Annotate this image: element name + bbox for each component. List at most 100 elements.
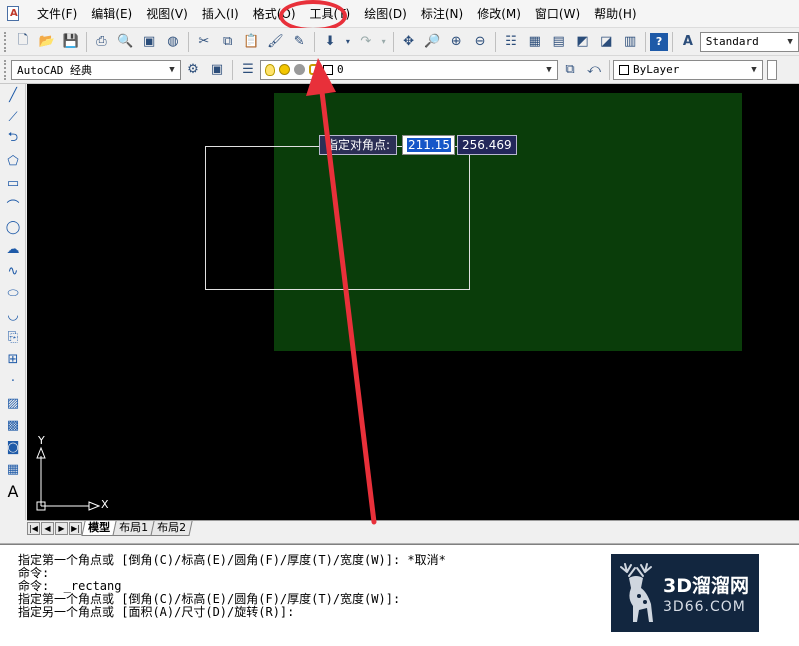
paste-icon[interactable]: 📋 <box>241 31 263 53</box>
workspace-select[interactable]: AutoCAD 经典 ▼ <box>11 59 181 80</box>
menu-file[interactable]: 文件(F) <box>30 3 84 25</box>
make-block-icon[interactable]: ⊞ <box>2 348 24 370</box>
menu-draw[interactable]: 绘图(D) <box>357 3 414 25</box>
line-icon[interactable]: ╱ <box>2 84 24 106</box>
chevron-down-icon: ▼ <box>169 64 175 75</box>
tab-layout1[interactable]: 布局1 <box>112 521 155 536</box>
print-icon[interactable]: ⎙ <box>91 31 113 53</box>
menu-modify[interactable]: 修改(M) <box>470 3 528 25</box>
undo-icon[interactable]: ⬇ <box>319 31 341 53</box>
workspace-settings-icon[interactable]: ⚙ <box>182 59 204 81</box>
construction-line-icon[interactable]: ⟋ <box>2 106 24 128</box>
toolbar-separator <box>671 31 673 52</box>
copy-icon[interactable]: ⧉ <box>217 31 239 53</box>
save-icon[interactable]: 💾 <box>60 31 82 53</box>
dynamic-input-x-field[interactable]: 211.15 <box>402 135 455 155</box>
revision-cloud-icon[interactable]: ☁ <box>2 238 24 260</box>
workspace-layer-toolbar: AutoCAD 经典 ▼ ⚙ ▣ ☰ 0 ▼ ⧉ ⤺ ByLayer ▼ <box>0 56 799 84</box>
first-tab-icon[interactable]: |◀ <box>27 522 40 535</box>
insert-block-icon[interactable]: ⎘ <box>2 326 24 348</box>
open-file-icon[interactable]: 📂 <box>36 31 58 53</box>
bylayer-color-swatch-icon <box>619 64 629 75</box>
help-icon[interactable]: ? <box>650 32 668 51</box>
undo-dropdown-icon[interactable]: ▾ <box>343 31 353 53</box>
table-icon[interactable]: ▦ <box>2 458 24 480</box>
circle-icon[interactable]: ◯ <box>2 216 24 238</box>
next-tab-icon[interactable]: ▶ <box>55 522 68 535</box>
color-value: ByLayer <box>633 63 680 76</box>
hatch-icon[interactable]: ▨ <box>2 392 24 414</box>
text-style-value: Standard <box>705 35 759 48</box>
polyline-icon[interactable]: ⮌ <box>2 128 24 150</box>
match-properties-icon[interactable]: 🖌 <box>264 31 286 53</box>
markup-icon[interactable]: ◪ <box>595 31 617 53</box>
publish-icon[interactable]: ▣ <box>138 31 160 53</box>
tab-layout2[interactable]: 布局2 <box>150 521 193 536</box>
new-file-icon[interactable]: 🗋 <box>12 31 34 53</box>
menu-help[interactable]: 帮助(H) <box>587 3 643 25</box>
layer-manager-icon[interactable]: ☰ <box>237 59 259 81</box>
linetype-select[interactable] <box>767 59 777 80</box>
color-select[interactable]: ByLayer ▼ <box>613 59 763 80</box>
layer-previous-icon[interactable]: ⤺ <box>583 59 605 81</box>
pan-icon[interactable]: ✥ <box>398 31 420 53</box>
menu-dimension[interactable]: 标注(N) <box>414 3 470 25</box>
properties-icon[interactable]: ☷ <box>500 31 522 53</box>
sheet-set-icon[interactable]: ◩ <box>572 31 594 53</box>
toolbar-grip[interactable] <box>4 59 8 80</box>
ucs-x-label: X <box>101 498 109 511</box>
3d66-watermark: 3D溜溜网 3D66.COM <box>611 554 759 632</box>
menu-edit[interactable]: 编辑(E) <box>84 3 139 25</box>
last-tab-icon[interactable]: ▶| <box>69 522 82 535</box>
block-editor-icon[interactable]: ✎ <box>288 31 310 53</box>
menu-format[interactable]: 格式(O) <box>246 3 303 25</box>
ellipse-arc-icon[interactable]: ◡ <box>2 304 24 326</box>
layer-select[interactable]: 0 ▼ <box>260 59 558 80</box>
redo-dropdown-icon[interactable]: ▾ <box>379 31 389 53</box>
region-icon[interactable]: ◙ <box>2 436 24 458</box>
toolbar-separator <box>609 59 610 80</box>
tab-model[interactable]: 模型 <box>81 521 117 536</box>
layer-value: 0 <box>337 63 344 76</box>
calculator-icon[interactable]: ▥ <box>619 31 641 53</box>
point-icon[interactable]: · <box>2 370 24 392</box>
multiline-text-icon[interactable]: A <box>2 480 24 502</box>
menu-insert[interactable]: 插入(I) <box>195 3 246 25</box>
design-center-icon[interactable]: ▦ <box>524 31 546 53</box>
make-layer-current-icon[interactable]: ⧉ <box>559 59 581 81</box>
deer-logo-icon <box>620 563 653 622</box>
ellipse-icon[interactable]: ⬭ <box>2 282 24 304</box>
print-preview-icon[interactable]: 🔍 <box>114 31 136 53</box>
toolbar-grip[interactable] <box>4 31 8 52</box>
rectangle-icon[interactable]: ▭ <box>2 172 24 194</box>
toolbar-separator <box>314 31 316 52</box>
layer-color-swatch-icon <box>323 64 333 75</box>
dynamic-input-y-field[interactable]: 256.469 <box>457 135 517 155</box>
arc-icon[interactable]: ⌒ <box>2 194 24 216</box>
zoom-previous-icon[interactable]: ⊖ <box>469 31 491 53</box>
polygon-icon[interactable]: ⬠ <box>2 150 24 172</box>
splitter-bar[interactable] <box>0 536 799 544</box>
watermark-text: 3D溜溜网 3D66.COM <box>663 571 749 615</box>
zoom-window-icon[interactable]: ⊕ <box>445 31 467 53</box>
menu-window[interactable]: 窗口(W) <box>528 3 587 25</box>
menu-tools[interactable]: 工具(T) <box>303 3 358 25</box>
chevron-down-icon: ▼ <box>751 64 757 75</box>
prev-tab-icon[interactable]: ◀ <box>41 522 54 535</box>
web-icon[interactable]: ◍ <box>162 31 184 53</box>
tool-palettes-icon[interactable]: ▤ <box>548 31 570 53</box>
layer-thaw-sun-icon <box>279 64 290 75</box>
gradient-icon[interactable]: ▩ <box>2 414 24 436</box>
text-style-select[interactable]: Standard ▼ <box>699 31 799 52</box>
menu-view[interactable]: 视图(V) <box>139 3 195 25</box>
redo-icon[interactable]: ↷ <box>355 31 377 53</box>
zoom-realtime-icon[interactable]: 🔎 <box>421 31 443 53</box>
watermark-sub-text: 3D66.COM <box>663 599 746 615</box>
layout-tabs-bar: |◀ ◀ ▶ ▶| 模型 布局1 布局2 <box>27 520 799 536</box>
ucs-icon: Y X <box>35 434 115 514</box>
cut-icon[interactable]: ✂ <box>193 31 215 53</box>
autocad-app-icon[interactable]: A <box>4 5 24 23</box>
my-workspace-icon[interactable]: ▣ <box>206 59 228 81</box>
spline-icon[interactable]: ∿ <box>2 260 24 282</box>
drawing-canvas[interactable]: 指定对角点: 211.15 256.469 Y X <box>27 84 799 520</box>
